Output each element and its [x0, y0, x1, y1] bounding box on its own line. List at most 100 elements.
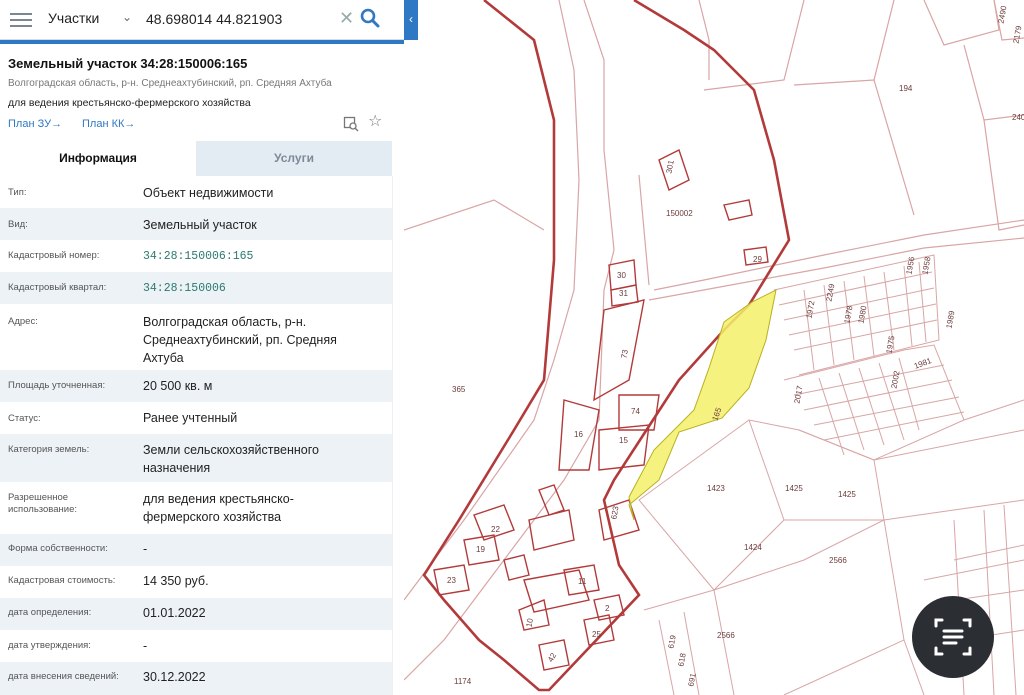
- cadastral-number-link[interactable]: 34:28:150006:165: [143, 248, 383, 266]
- search-input[interactable]: [140, 6, 335, 32]
- property-key: Кадастровый номер:: [8, 250, 100, 261]
- property-key: Кадастровый квартал:: [8, 282, 107, 293]
- property-value: 14 350 руб.: [143, 574, 209, 588]
- label-22: 22: [491, 525, 500, 534]
- property-key: Категория земель:: [8, 444, 90, 455]
- label-10: 10: [525, 617, 536, 628]
- property-key: Тип:: [8, 187, 27, 198]
- label-31: 31: [619, 289, 628, 298]
- star-icon[interactable]: ☆: [368, 114, 382, 130]
- property-key: Вид:: [8, 219, 28, 230]
- property-row: Форма собственности: -: [0, 534, 392, 566]
- property-key: дата определения:: [8, 607, 92, 618]
- label-11: 11: [578, 577, 587, 586]
- cadastral-quarter-link[interactable]: 34:28:150006: [143, 280, 383, 298]
- property-key: Разрешенное использование:: [8, 492, 78, 515]
- label-301: 301: [665, 159, 676, 174]
- header-divider: [0, 40, 418, 44]
- map-canvas: 194 301 150002 29 30 31 73 365 74 16 15 …: [404, 0, 1024, 695]
- property-row: Кадастровый номер: 34:28:150006:165: [0, 240, 392, 272]
- label-1174: 1174: [454, 677, 472, 686]
- property-value: 20 500 кв. м: [143, 379, 213, 393]
- property-value: Земли сельскохозяйственного назначения: [143, 443, 319, 475]
- page-title: Земельный участок 34:28:150006:165: [8, 56, 248, 71]
- label-1980: 1980: [857, 305, 869, 325]
- property-value: Земельный участок: [143, 218, 257, 232]
- property-row: Адрес: Волгоградская область, р-н. Средн…: [0, 304, 392, 370]
- tabs: Информация Услуги: [0, 141, 392, 176]
- property-row: Кадастровый квартал: 34:28:150006: [0, 272, 392, 304]
- property-row: Тип: Объект недвижимости: [0, 176, 392, 208]
- label-2: 2: [605, 604, 610, 613]
- label-619: 619: [667, 634, 678, 649]
- search-bar: Участки ⌄ ✕: [0, 0, 404, 40]
- label-15: 15: [619, 436, 628, 445]
- scrollbar[interactable]: [392, 176, 404, 695]
- property-key: Статус:: [8, 413, 41, 424]
- label-150002: 150002: [666, 209, 693, 218]
- property-row: Кадастровая стоимость: 14 350 руб.: [0, 566, 392, 598]
- property-row: Категория земель: Земли сельскохозяйстве…: [0, 434, 392, 482]
- property-row: Площадь уточненная: 20 500 кв. м: [0, 370, 392, 402]
- plan-kk-link[interactable]: План КК→: [82, 118, 135, 130]
- property-key: дата утверждения:: [8, 640, 91, 651]
- label-42: 42: [546, 651, 559, 664]
- property-value: 01.01.2022: [143, 606, 206, 620]
- property-key: дата внесения сведений:: [8, 671, 119, 682]
- chevron-left-icon[interactable]: ‹: [404, 0, 418, 40]
- label-29: 29: [753, 255, 762, 264]
- label-1956: 1956: [905, 256, 917, 276]
- label-1989: 1989: [945, 310, 957, 330]
- parcel-use: для ведения крестьянско-фермерского хозя…: [8, 97, 251, 109]
- label-691: 691: [687, 672, 698, 687]
- label-23: 23: [447, 576, 456, 585]
- hamburger-menu-icon[interactable]: [10, 10, 32, 28]
- label-1425a: 1425: [785, 484, 803, 493]
- label-2002: 2002: [890, 370, 902, 390]
- layer-select[interactable]: Участки ⌄: [38, 8, 138, 30]
- property-key: Адрес:: [8, 316, 38, 327]
- label-2249: 2249: [825, 283, 837, 303]
- label-1425b: 1425: [838, 490, 856, 499]
- plan-zu-link[interactable]: План ЗУ→: [8, 118, 62, 130]
- property-row: Статус: Ранее учтенный: [0, 402, 392, 434]
- property-value: -: [143, 542, 148, 556]
- close-icon[interactable]: ✕: [339, 8, 354, 28]
- label-365: 365: [452, 385, 466, 394]
- label-30: 30: [617, 271, 626, 280]
- tab-services[interactable]: Услуги: [196, 141, 392, 176]
- property-row: Вид: Земельный участок: [0, 208, 392, 240]
- property-value: Ранее учтенный: [143, 411, 238, 425]
- label-1424: 1424: [744, 543, 762, 552]
- text-scan-icon[interactable]: [912, 596, 994, 678]
- chevron-down-icon: ⌄: [122, 10, 133, 24]
- search-icon[interactable]: [358, 6, 382, 30]
- property-row: дата внесения сведений: 30.12.2022: [0, 662, 392, 695]
- label-16: 16: [574, 430, 583, 439]
- cadastral-map[interactable]: 194 301 150002 29 30 31 73 365 74 16 15 …: [404, 0, 1024, 695]
- property-value: -: [143, 639, 148, 653]
- label-1981: 1981: [913, 356, 933, 371]
- label-25: 25: [592, 630, 601, 639]
- property-value: Волгоградская область, р-н. Среднеахтуби…: [143, 315, 337, 365]
- info-panel: Участки ⌄ ✕ Земельный участок 34:28:1500…: [0, 0, 404, 695]
- property-value: Объект недвижимости: [143, 186, 274, 200]
- highlighted-parcel-165[interactable]: [628, 289, 777, 521]
- label-2490: 2490: [997, 5, 1009, 25]
- property-row: дата определения: 01.01.2022: [0, 598, 392, 630]
- parcel-address: Волгоградская область, р-н. Среднеахтуби…: [8, 78, 332, 89]
- label-19: 19: [476, 545, 485, 554]
- copy-icon[interactable]: [343, 116, 359, 132]
- property-key: Форма собственности:: [8, 543, 108, 554]
- property-row: дата утверждения: -: [0, 630, 392, 662]
- tab-information[interactable]: Информация: [0, 141, 196, 176]
- layer-select-value: Участки: [48, 10, 100, 26]
- label-1423: 1423: [707, 484, 725, 493]
- property-value: для ведения крестьянско-фермерского хозя…: [143, 492, 294, 524]
- label-194: 194: [899, 84, 913, 93]
- label-74: 74: [631, 407, 640, 416]
- label-2566a: 2566: [829, 556, 847, 565]
- property-key: Кадастровая стоимость:: [8, 575, 116, 586]
- property-key: Площадь уточненная:: [8, 380, 106, 391]
- label-1972: 1972: [805, 300, 817, 320]
